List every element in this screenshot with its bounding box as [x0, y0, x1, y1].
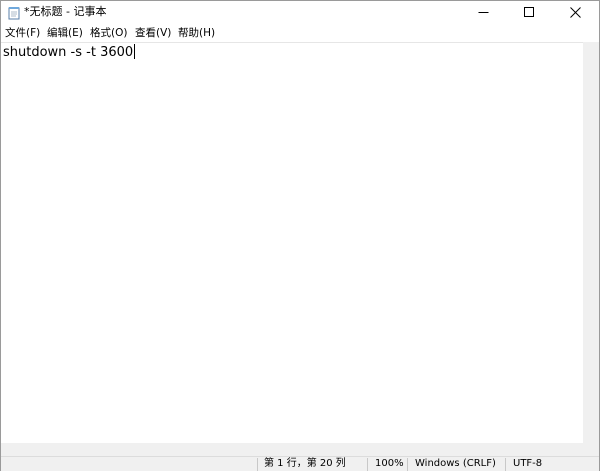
status-divider: [505, 458, 506, 471]
window-title: *无标题 - 记事本: [24, 5, 107, 18]
close-button[interactable]: [553, 1, 599, 24]
notepad-icon: [8, 5, 21, 20]
close-icon: [570, 7, 581, 18]
status-divider: [367, 458, 368, 471]
status-divider: [257, 458, 258, 471]
horizontal-scrollbar[interactable]: [1, 443, 583, 456]
menu-format[interactable]: 格式(O): [90, 24, 127, 42]
minimize-button[interactable]: [461, 1, 507, 24]
maximize-icon: [524, 7, 534, 17]
notepad-window: *无标题 - 记事本 文件(F) 编辑(E) 格式(O) 查看(V) 帮助(H)…: [0, 0, 600, 471]
title-bar[interactable]: *无标题 - 记事本: [1, 1, 599, 24]
editor-text-line: shutdown -s -t 3600: [3, 45, 134, 60]
minimize-icon: [478, 12, 489, 13]
scrollbar-corner: [583, 443, 599, 456]
cursor-position: 第 1 行，第 20 列: [264, 458, 346, 469]
menu-file[interactable]: 文件(F): [5, 24, 40, 42]
status-bar: 第 1 行，第 20 列 100% Windows (CRLF) UTF-8: [1, 456, 599, 471]
text-editor[interactable]: shutdown -s -t 3600: [1, 42, 583, 444]
line-ending: Windows (CRLF): [415, 458, 496, 469]
menu-bar: 文件(F) 编辑(E) 格式(O) 查看(V) 帮助(H): [1, 24, 599, 42]
menu-help[interactable]: 帮助(H): [178, 24, 215, 42]
menu-edit[interactable]: 编辑(E): [47, 24, 83, 42]
encoding: UTF-8: [513, 458, 543, 469]
zoom-level: 100%: [375, 458, 404, 469]
vertical-scrollbar[interactable]: [583, 42, 599, 443]
editor-content[interactable]: shutdown -s -t 3600: [3, 44, 136, 61]
menu-view[interactable]: 查看(V): [135, 24, 171, 42]
status-divider: [407, 458, 408, 471]
text-caret: [134, 44, 136, 59]
maximize-button[interactable]: [507, 1, 553, 24]
